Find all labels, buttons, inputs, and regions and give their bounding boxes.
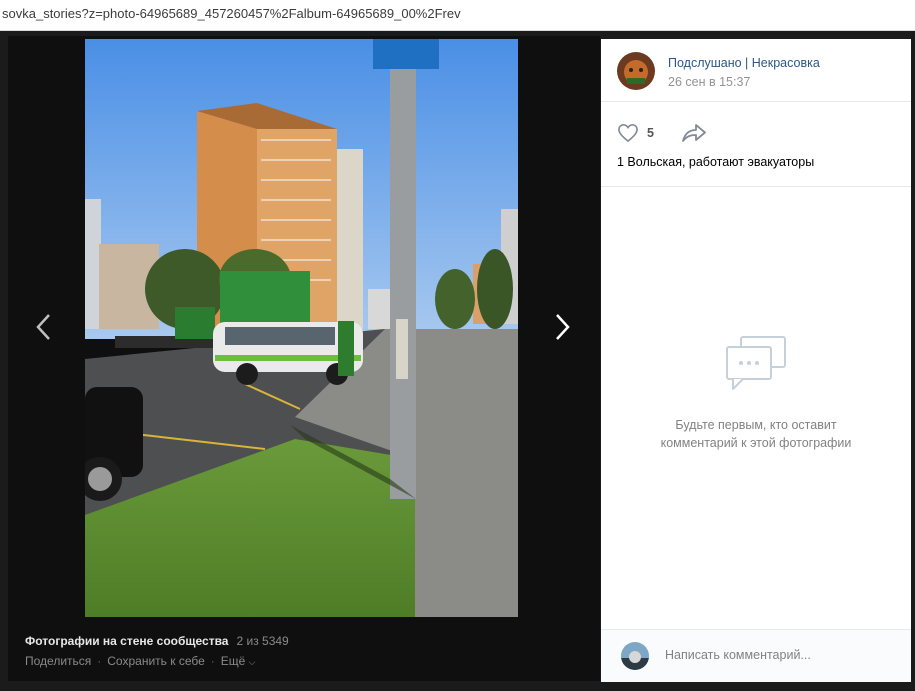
separator: · — [97, 654, 102, 668]
empty-comments-text: Будьте первым, кто оставит комментарий к… — [601, 416, 911, 452]
chevron-down-icon: ⌵ — [248, 657, 256, 667]
more-menu[interactable]: Ещё ⌵ — [221, 654, 256, 668]
post-sidebar: Подслушано | Некрасовка 26 сен в 15:37 5… — [601, 39, 911, 682]
community-avatar[interactable] — [617, 52, 655, 90]
divider — [601, 186, 911, 187]
like-button[interactable]: 5 — [617, 123, 654, 143]
chevron-right-icon — [556, 314, 570, 340]
comment-composer: Написать комментарий... — [601, 629, 911, 682]
user-avatar[interactable] — [621, 642, 649, 670]
avatar-image — [617, 52, 655, 90]
save-link[interactable]: Сохранить к себе — [107, 654, 205, 668]
photo[interactable] — [85, 39, 518, 617]
url-text: sovka_stories?z=photo-64965689_457260457… — [2, 6, 461, 21]
user-avatar-image — [621, 642, 649, 670]
chevron-left-icon — [36, 314, 50, 340]
share-link[interactable]: Поделиться — [25, 654, 91, 668]
more-label: Ещё — [220, 654, 246, 668]
address-bar[interactable]: sovka_stories?z=photo-64965689_457260457… — [0, 0, 915, 31]
share-button[interactable] — [681, 123, 707, 148]
empty-line-2: комментарий к этой фотографии — [660, 436, 852, 450]
post-header: Подслушано | Некрасовка 26 сен в 15:37 — [601, 39, 911, 102]
separator: · — [210, 654, 215, 668]
heart-icon — [618, 123, 638, 143]
album-link[interactable]: Фотографии на стене сообщества — [25, 634, 228, 648]
comment-bubble-icon — [723, 335, 789, 400]
photo-illustration — [85, 39, 518, 617]
post-date[interactable]: 26 сен в 15:37 — [668, 75, 750, 89]
like-count: 5 — [647, 126, 654, 140]
share-arrow-icon — [682, 124, 706, 142]
post-caption: 1 Вольская, работают эвакуаторы — [617, 155, 815, 169]
comment-input[interactable]: Написать комментарий... — [665, 648, 811, 662]
prev-photo-button[interactable] — [30, 312, 60, 342]
photo-counter: 2 из 5349 — [236, 634, 289, 648]
author-link[interactable]: Подслушано | Некрасовка — [668, 56, 820, 70]
next-photo-button[interactable] — [547, 312, 577, 342]
photo-footer: Фотографии на стене сообщества 2 из 5349 … — [25, 634, 289, 668]
empty-line-1: Будьте первым, кто оставит — [675, 418, 837, 432]
